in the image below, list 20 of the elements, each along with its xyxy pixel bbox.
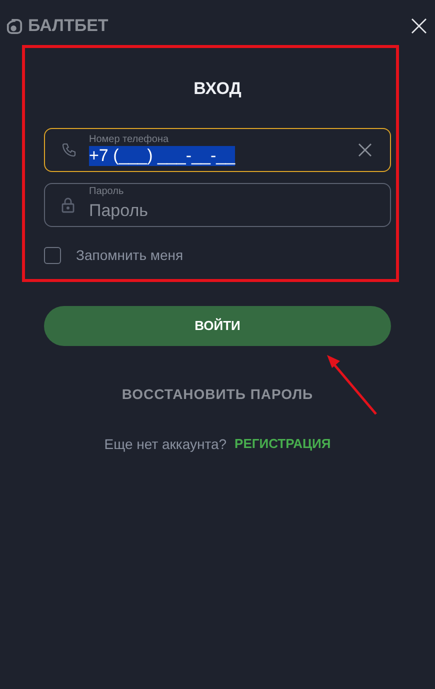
password-input[interactable]: Пароль: [89, 198, 329, 224]
register-prompt: Еще нет аккаунта?: [104, 434, 227, 454]
field-label: Номер телефона: [89, 134, 170, 144]
brand-logo: БАЛТБЕТ: [28, 15, 108, 38]
remember-label: Запомнить меня: [76, 246, 184, 264]
phone-icon: [61, 142, 77, 158]
phone-field[interactable]: Номер телефона +7 (___) ___-__-__: [44, 128, 391, 172]
form-title: ВХОД: [192, 78, 242, 100]
logo-icon: [6, 18, 23, 34]
password-field[interactable]: Пароль Пароль: [44, 182, 391, 226]
phone-value: +7 (___) ___-__-__: [89, 146, 236, 166]
close-icon[interactable]: [411, 18, 427, 34]
remember-checkbox[interactable]: [44, 246, 61, 264]
register-link[interactable]: РЕГИСТРАЦИЯ: [234, 434, 331, 454]
login-button[interactable]: ВОЙТИ: [44, 306, 391, 346]
lock-icon: [61, 196, 75, 212]
clear-icon[interactable]: [358, 142, 372, 156]
annotation-arrow: [326, 354, 378, 416]
restore-password-link[interactable]: ВОССТАНОВИТЬ ПАРОЛЬ: [122, 386, 314, 402]
field-label: Пароль: [89, 186, 125, 197]
